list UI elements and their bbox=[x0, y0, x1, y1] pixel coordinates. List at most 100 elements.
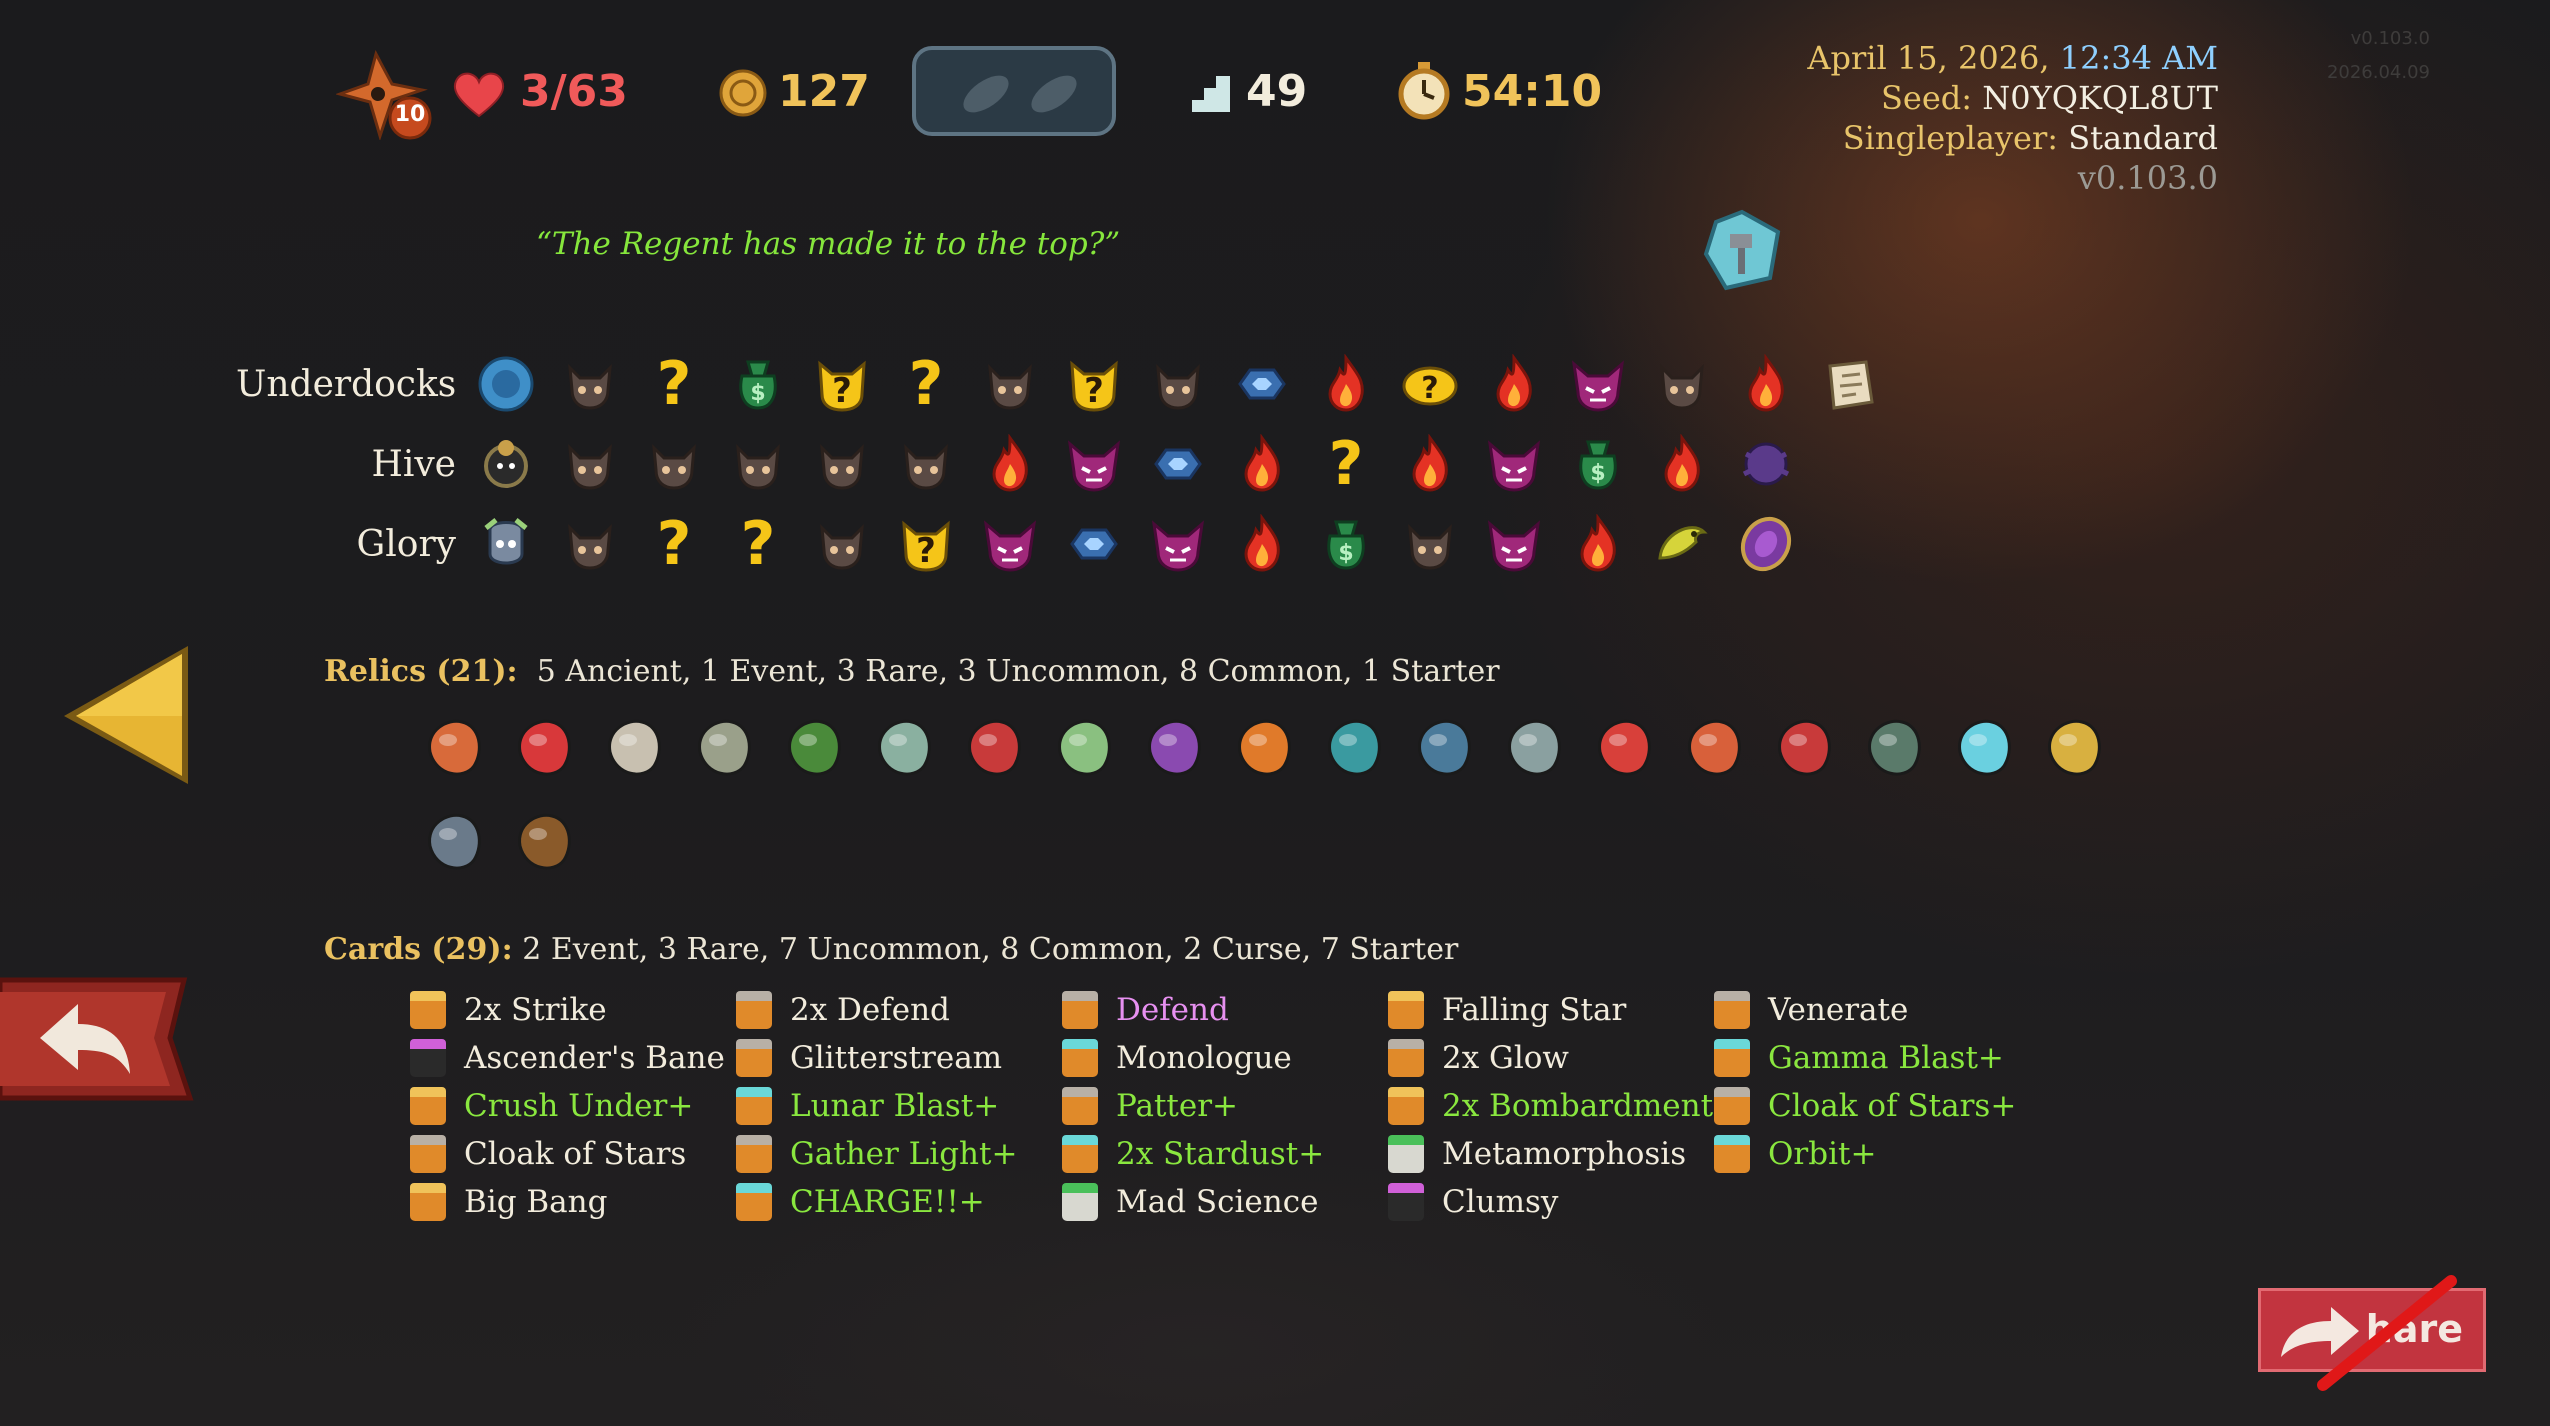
orb-icon[interactable] bbox=[594, 708, 674, 788]
card-entry[interactable]: CHARGE!!+ bbox=[736, 1178, 1017, 1226]
map-node-elite-icon[interactable] bbox=[1146, 512, 1210, 576]
shuriken-icon[interactable] bbox=[1224, 708, 1304, 788]
map-node-rest-icon[interactable] bbox=[1230, 512, 1294, 576]
card-entry[interactable]: Crush Under+ bbox=[410, 1082, 725, 1130]
map-node-shop-icon[interactable] bbox=[1230, 352, 1294, 416]
card-entry[interactable]: Clumsy bbox=[1388, 1178, 1739, 1226]
helmet-icon[interactable] bbox=[414, 802, 494, 882]
map-node-boss-orb-icon[interactable] bbox=[474, 352, 538, 416]
card-entry[interactable]: 2x Glow bbox=[1388, 1034, 1739, 1082]
map-node-elite-unknown-icon[interactable]: ? bbox=[810, 352, 874, 416]
card-entry[interactable]: Ascender's Bane bbox=[410, 1034, 725, 1082]
dice-icon[interactable] bbox=[504, 708, 584, 788]
map-node-treasure-icon[interactable]: $ bbox=[726, 352, 790, 416]
map-node-rest-icon[interactable] bbox=[1314, 352, 1378, 416]
map-node-monster-icon[interactable] bbox=[726, 432, 790, 496]
map-node-event-gold-icon[interactable]: ? bbox=[1398, 352, 1462, 416]
dreamcatcher-icon[interactable] bbox=[864, 708, 944, 788]
map-node-rest-icon[interactable] bbox=[1482, 352, 1546, 416]
map-node-rest-icon[interactable] bbox=[1734, 352, 1798, 416]
map-node-unknown-icon[interactable]: ? bbox=[726, 512, 790, 576]
map-node-unknown-icon[interactable]: ? bbox=[1314, 432, 1378, 496]
anvil-icon[interactable] bbox=[1404, 708, 1484, 788]
candelabra-icon[interactable] bbox=[684, 708, 764, 788]
map-node-elite-icon[interactable] bbox=[1482, 512, 1546, 576]
map-node-serpent-icon[interactable] bbox=[1650, 512, 1714, 576]
red-horn-icon[interactable] bbox=[954, 708, 1034, 788]
map-node-rest-icon[interactable] bbox=[978, 432, 1042, 496]
map-node-monster-icon[interactable] bbox=[1398, 512, 1462, 576]
purple-pillow-icon[interactable] bbox=[1134, 708, 1214, 788]
card-entry[interactable]: Mad Science bbox=[1062, 1178, 1324, 1226]
card-entry[interactable]: Gather Light+ bbox=[736, 1130, 1017, 1178]
empty-potion-slot-icon[interactable] bbox=[1024, 72, 1084, 116]
map-node-monster-icon[interactable] bbox=[1146, 352, 1210, 416]
map-node-boss-purple-icon[interactable] bbox=[1734, 432, 1798, 496]
card-entry[interactable]: 2x Stardust+ bbox=[1062, 1130, 1324, 1178]
map-node-unknown-icon[interactable]: ? bbox=[894, 352, 958, 416]
map-node-unknown-icon[interactable]: ? bbox=[642, 512, 706, 576]
potion-belt[interactable] bbox=[912, 46, 1116, 136]
map-node-unknown-icon[interactable]: ? bbox=[642, 352, 706, 416]
previous-run-arrow-icon[interactable] bbox=[58, 640, 198, 790]
map-node-elite-icon[interactable] bbox=[1566, 352, 1630, 416]
back-button[interactable] bbox=[0, 974, 196, 1104]
seed-value[interactable]: N0YQKQL8UT bbox=[1982, 79, 2218, 117]
card-entry[interactable]: Cloak of Stars bbox=[410, 1130, 725, 1178]
map-node-elite-unknown-icon[interactable]: ? bbox=[1062, 352, 1126, 416]
card-entry[interactable]: Big Bang bbox=[410, 1178, 725, 1226]
map-node-monster-icon[interactable] bbox=[1650, 352, 1714, 416]
share-button[interactable]: hare bbox=[2258, 1275, 2486, 1391]
card-entry[interactable]: Metamorphosis bbox=[1388, 1130, 1739, 1178]
robe-icon[interactable] bbox=[1674, 708, 1754, 788]
map-node-elite-icon[interactable] bbox=[1062, 432, 1126, 496]
ember-rock-icon[interactable] bbox=[414, 708, 494, 788]
map-node-elite-unknown-icon[interactable]: ? bbox=[894, 512, 958, 576]
map-node-rest-icon[interactable] bbox=[1566, 512, 1630, 576]
map-node-map-scroll-icon[interactable] bbox=[1818, 352, 1882, 416]
serpent-ring-icon[interactable] bbox=[1044, 708, 1124, 788]
ascension-indicator[interactable]: 10 bbox=[334, 49, 436, 142]
card-entry[interactable]: 2x Defend bbox=[736, 986, 1017, 1034]
prism-icon[interactable] bbox=[1944, 708, 2024, 788]
map-node-rest-icon[interactable] bbox=[1398, 432, 1462, 496]
card-entry[interactable]: Patter+ bbox=[1062, 1082, 1324, 1130]
map-node-shop-icon[interactable] bbox=[1062, 512, 1126, 576]
card-entry[interactable]: Falling Star bbox=[1388, 986, 1739, 1034]
map-node-rest-icon[interactable] bbox=[1650, 432, 1714, 496]
map-node-elite-icon[interactable] bbox=[1482, 432, 1546, 496]
bowl-icon[interactable] bbox=[1314, 708, 1394, 788]
map-node-monster-icon[interactable] bbox=[810, 432, 874, 496]
card-entry[interactable]: Cloak of Stars+ bbox=[1714, 1082, 2016, 1130]
card-entry[interactable]: Orbit+ bbox=[1714, 1130, 2016, 1178]
boss-defeat-badge-icon[interactable] bbox=[1700, 208, 1784, 292]
map-node-monster-icon[interactable] bbox=[642, 432, 706, 496]
card-entry[interactable]: Defend bbox=[1062, 986, 1324, 1034]
map-node-shop-icon[interactable] bbox=[1146, 432, 1210, 496]
teapot-icon[interactable] bbox=[1854, 708, 1934, 788]
card-entry[interactable]: Venerate bbox=[1714, 986, 2016, 1034]
card-entry[interactable]: Lunar Blast+ bbox=[736, 1082, 1017, 1130]
newtons-cradle-icon[interactable] bbox=[1494, 708, 1574, 788]
map-node-monster-icon[interactable] bbox=[978, 352, 1042, 416]
map-node-elite-icon[interactable] bbox=[978, 512, 1042, 576]
card-entry[interactable]: Glitterstream bbox=[736, 1034, 1017, 1082]
map-node-rest-icon[interactable] bbox=[1230, 432, 1294, 496]
map-node-monster-icon[interactable] bbox=[810, 512, 874, 576]
map-node-gem-icon[interactable] bbox=[1734, 512, 1798, 576]
stump-icon[interactable] bbox=[504, 802, 584, 882]
herb-icon[interactable] bbox=[774, 708, 854, 788]
map-node-treasure-icon[interactable]: $ bbox=[1566, 432, 1630, 496]
lipstick-icon[interactable] bbox=[1584, 708, 1664, 788]
map-node-monster-icon[interactable] bbox=[558, 432, 622, 496]
map-node-treasure-icon[interactable]: $ bbox=[1314, 512, 1378, 576]
map-node-boss-hive-icon[interactable] bbox=[474, 432, 538, 496]
map-node-boss-glory-icon[interactable] bbox=[474, 512, 538, 576]
map-node-monster-icon[interactable] bbox=[558, 352, 622, 416]
red-cushion-icon[interactable] bbox=[1764, 708, 1844, 788]
card-entry[interactable]: 2x Bombardment+ bbox=[1388, 1082, 1739, 1130]
sunflower-icon[interactable] bbox=[2034, 708, 2114, 788]
card-entry[interactable]: Monologue bbox=[1062, 1034, 1324, 1082]
card-entry[interactable]: 2x Strike bbox=[410, 986, 725, 1034]
card-entry[interactable]: Gamma Blast+ bbox=[1714, 1034, 2016, 1082]
